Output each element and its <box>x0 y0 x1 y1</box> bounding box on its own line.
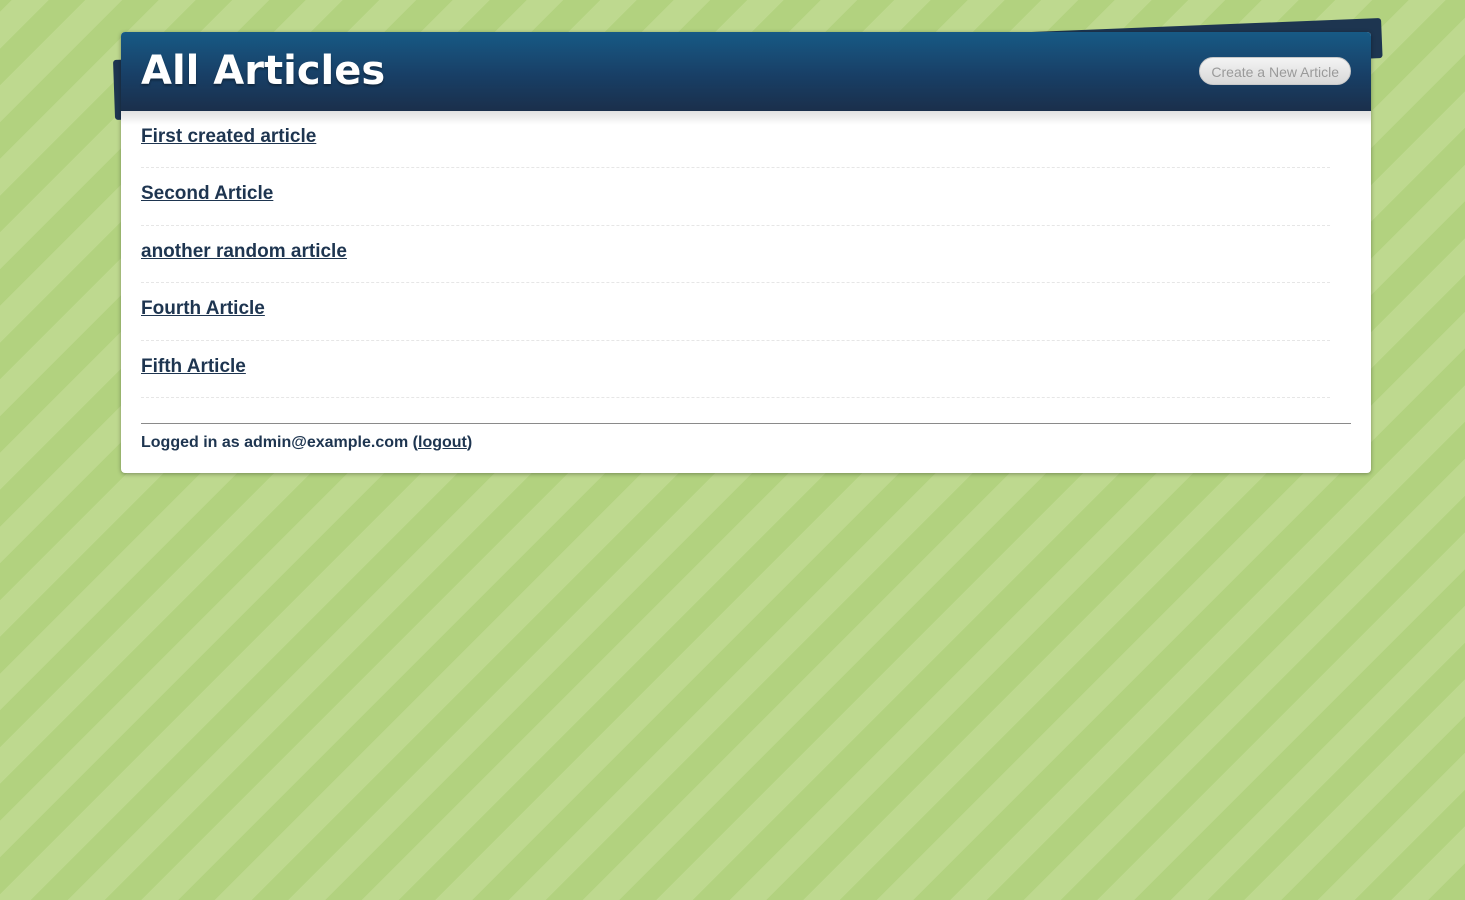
login-status: Logged in as admin@example.com (logout) <box>141 423 1351 473</box>
list-item: Fifth Article <box>141 341 1330 398</box>
list-item: First created article <box>141 111 1330 168</box>
list-item: Fourth Article <box>141 283 1330 341</box>
list-item: another random article <box>141 226 1330 283</box>
article-link[interactable]: another random article <box>141 241 347 262</box>
articles-card: All Articles Create a New Article First … <box>121 32 1371 473</box>
article-link[interactable]: Fifth Article <box>141 356 246 377</box>
paren-close: ) <box>466 434 473 451</box>
article-link[interactable]: Second Article <box>141 183 273 204</box>
paren-open: ( <box>408 434 419 451</box>
create-article-button[interactable]: Create a New Article <box>1199 57 1351 85</box>
logout-link[interactable]: logout <box>418 434 467 451</box>
article-link[interactable]: First created article <box>141 126 316 147</box>
user-email: admin@example.com <box>244 434 409 451</box>
logged-in-prefix: Logged in as <box>141 434 245 451</box>
card-header: All Articles Create a New Article <box>121 32 1371 111</box>
page-stack: All Articles Create a New Article First … <box>113 18 1383 473</box>
page-title: All Articles <box>141 48 386 94</box>
article-link[interactable]: Fourth Article <box>141 298 265 319</box>
list-item: Second Article <box>141 168 1330 226</box>
article-list: First created article Second Article ano… <box>121 111 1371 398</box>
